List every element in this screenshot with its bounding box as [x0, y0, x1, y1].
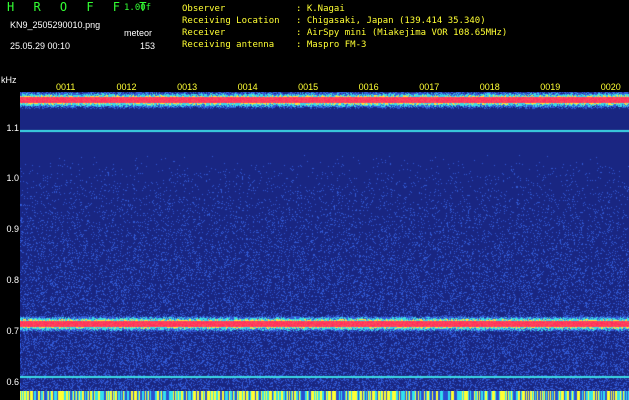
- location-label: Receiving Location: [182, 16, 280, 26]
- spectrogram-canvas: [20, 92, 629, 392]
- x-tick-label: 0017: [419, 82, 440, 92]
- x-tick-label: 0013: [177, 82, 198, 92]
- x-tick-label: 0015: [298, 82, 319, 92]
- x-tick-label: 0020: [600, 82, 621, 92]
- y-tick-label: 0.7: [6, 325, 19, 336]
- x-tick-label: 0011: [56, 82, 76, 92]
- y-tick-label: 0.6: [6, 376, 19, 387]
- receiver-value: : AirSpy mini (Miakejima VOR 108.65MHz): [296, 28, 508, 38]
- observer-value: : K.Nagai: [296, 4, 345, 14]
- datetime-label: 25.05.29 00:10: [10, 41, 71, 51]
- x-tick-label: 0014: [237, 82, 258, 92]
- y-axis: 1.1 1.0 0.9 0.8 0.7 0.6: [0, 74, 20, 400]
- header-panel: H R O F F T 1.00f KN9_2505290010.png met…: [0, 0, 629, 74]
- y-tick-label: 1.0: [6, 173, 19, 184]
- y-tick-label: 1.1: [6, 122, 19, 133]
- antenna-value: : Maspro FM-3: [296, 40, 367, 50]
- meteor-label: meteor: [124, 28, 153, 38]
- x-tick-label: 0018: [479, 82, 500, 92]
- observer-label: Observer: [182, 4, 226, 14]
- x-tick-label: 0016: [358, 82, 379, 92]
- antenna-label: Receiving antenna: [182, 40, 275, 50]
- version-label: 1.00f: [124, 3, 152, 13]
- meteor-count: 153: [140, 41, 156, 51]
- y-tick-label: 0.9: [6, 224, 19, 235]
- x-tick-label: 0012: [116, 82, 137, 92]
- x-tick-label: 0019: [540, 82, 561, 92]
- signal-strength-strip: [20, 391, 629, 400]
- filename-label: KN9_2505290010.png: [10, 20, 101, 30]
- receiver-label: Receiver: [182, 28, 226, 38]
- y-tick-label: 0.8: [6, 275, 19, 286]
- location-value: : Chigasaki, Japan (139.414 35.340): [296, 16, 486, 26]
